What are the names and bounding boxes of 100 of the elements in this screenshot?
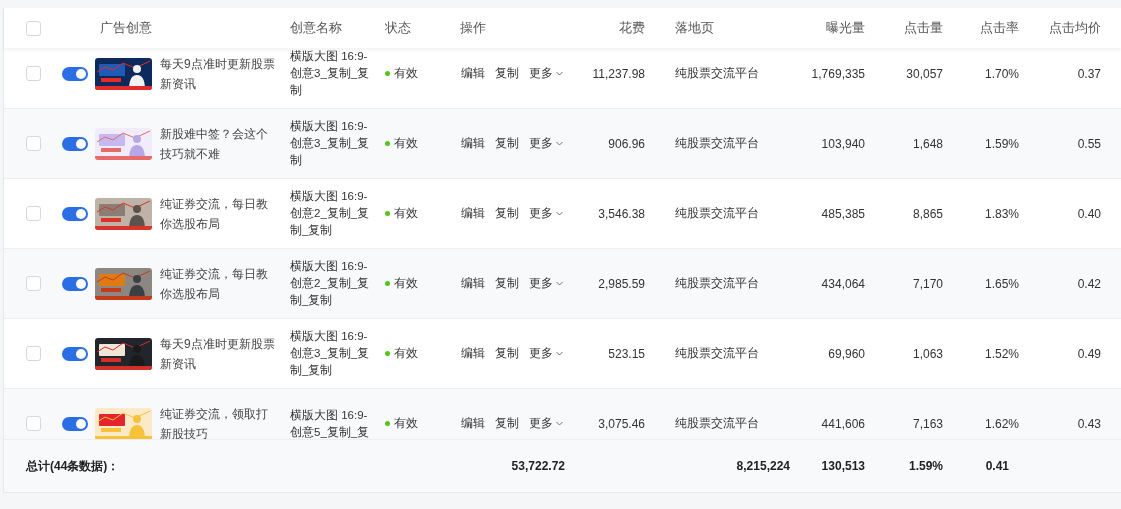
creative-name: 横版大图 16:9-创意3_复制_复制 [289, 119, 371, 168]
column-header: 操作 [460, 20, 486, 35]
clicks-cell-text: 1,648 [912, 135, 944, 153]
creative-title: 每天9点准时更新股票新资讯 [160, 55, 276, 93]
column-header: 曝光量 [826, 20, 865, 35]
status-text: 有效 [394, 345, 418, 362]
total-cpc: 0.41 [985, 458, 1010, 475]
toggle-switch[interactable] [62, 66, 88, 81]
total-clicks: 130,513 [821, 458, 866, 475]
clicks-cell-text: 8,865 [912, 205, 944, 223]
landing-page-cell-text: 纯股票交流平台 [674, 275, 760, 292]
impressions-cell-text: 69,960 [828, 345, 866, 363]
action-link[interactable]: 更多 [529, 65, 563, 82]
action-link[interactable]: 复制 [495, 205, 519, 222]
landing-page-cell-text: 纯股票交流平台 [674, 415, 760, 432]
column-header: 落地页 [675, 20, 714, 35]
clicks-cell-text: 30,057 [906, 65, 944, 83]
impressions-cell-text: 434,064 [821, 275, 866, 293]
cpc-cell-text: 0.37 [1077, 65, 1102, 83]
column-header: 创意名称 [290, 20, 342, 35]
action-link[interactable]: 更多 [529, 205, 563, 222]
row-checkbox[interactable] [26, 276, 41, 291]
landing-page-cell-text: 纯股票交流平台 [674, 65, 760, 82]
total-impressions: 8,215,224 [736, 458, 791, 475]
action-link[interactable]: 编辑 [461, 135, 485, 152]
caret-icon [556, 421, 563, 426]
creative-name: 横版大图 16:9-创意3_复制_复制 [289, 49, 371, 98]
action-link[interactable]: 复制 [495, 275, 519, 292]
row-checkbox[interactable] [26, 206, 41, 221]
action-link[interactable]: 编辑 [461, 415, 485, 432]
toggle-switch[interactable] [62, 416, 88, 431]
action-link[interactable]: 复制 [495, 345, 519, 362]
creative-name: 横版大图 16:9-创意2_复制_复制_复制 [289, 189, 371, 238]
column-header: 点击量 [904, 20, 943, 35]
ctr-cell-text: 1.59% [984, 135, 1020, 153]
total-ctr: 1.59% [908, 458, 944, 475]
ctr-cell-text: 1.52% [984, 345, 1020, 363]
landing-page-cell-text: 纯股票交流平台 [674, 205, 760, 222]
action-link[interactable]: 更多 [529, 345, 563, 362]
action-link[interactable]: 更多 [529, 275, 563, 292]
status-dot [385, 421, 390, 426]
action-link[interactable]: 复制 [495, 135, 519, 152]
column-header: 花费 [619, 20, 645, 35]
ctr-cell-text: 1.83% [984, 205, 1020, 223]
select-all-checkbox[interactable] [26, 20, 41, 36]
impressions-cell-text: 485,385 [821, 205, 866, 223]
row-checkbox[interactable] [26, 416, 41, 431]
ctr-cell-text: 1.70% [984, 65, 1020, 83]
creative-title: 纯证券交流，每日教你选股布局 [160, 265, 269, 303]
cpc-cell-text: 0.43 [1077, 415, 1102, 433]
creative-title: 新股难中签？会这个技巧就不难 [160, 125, 269, 163]
action-link[interactable]: 编辑 [461, 65, 485, 82]
landing-page-cell-text: 纯股票交流平台 [674, 345, 760, 362]
creative-name: 横版大图 16:9-创意5_复制_复 [289, 407, 371, 439]
caret-icon [556, 141, 563, 146]
cpc-cell-text: 0.49 [1077, 345, 1102, 363]
status-dot [385, 281, 390, 286]
action-link[interactable]: 复制 [495, 65, 519, 82]
toggle-switch[interactable] [62, 346, 88, 361]
toggle-switch[interactable] [62, 136, 88, 151]
total-spend: 53,722.72 [511, 458, 566, 475]
status-text: 有效 [394, 135, 418, 152]
column-header: 点击率 [980, 20, 1019, 35]
caret-icon [556, 281, 563, 286]
ctr-cell-text: 1.62% [984, 415, 1020, 433]
total-label: 总计(44条数据)： [26, 458, 120, 473]
action-link[interactable]: 更多 [529, 415, 563, 432]
toggle-switch[interactable] [62, 276, 88, 291]
toggle-switch[interactable] [62, 206, 88, 221]
spend-cell-text: 3,075.46 [598, 415, 646, 433]
caret-icon [556, 351, 563, 356]
creative-title: 纯证券交流，领取打新股技巧 [160, 405, 269, 439]
action-link[interactable]: 复制 [495, 415, 519, 432]
caret-icon [556, 71, 563, 76]
action-link[interactable]: 更多 [529, 135, 563, 152]
spend-cell-text: 906.96 [608, 135, 646, 153]
status-dot [385, 351, 390, 356]
status-text: 有效 [394, 275, 418, 292]
ctr-cell-text: 1.65% [984, 275, 1020, 293]
clicks-cell-text: 7,163 [912, 415, 944, 433]
status-text: 有效 [394, 65, 418, 82]
column-header: 广告创意 [100, 20, 152, 35]
action-link[interactable]: 编辑 [461, 275, 485, 292]
cpc-cell-text: 0.55 [1077, 135, 1102, 153]
status-dot [385, 71, 390, 76]
status-dot [385, 141, 390, 146]
action-link[interactable]: 编辑 [461, 205, 485, 222]
row-checkbox[interactable] [26, 66, 41, 81]
spend-cell-text: 523.15 [608, 345, 646, 363]
clicks-cell-text: 1,063 [912, 345, 944, 363]
spend-cell-text: 3,546.38 [598, 205, 646, 223]
status-text: 有效 [394, 205, 418, 222]
status-text: 有效 [394, 415, 418, 432]
row-checkbox[interactable] [26, 136, 41, 151]
spend-cell-text: 11,237.98 [592, 65, 646, 83]
action-link[interactable]: 编辑 [461, 345, 485, 362]
impressions-cell-text: 103,940 [821, 135, 866, 153]
cpc-cell-text: 0.40 [1077, 205, 1102, 223]
caret-icon [556, 211, 563, 216]
row-checkbox[interactable] [26, 346, 41, 361]
